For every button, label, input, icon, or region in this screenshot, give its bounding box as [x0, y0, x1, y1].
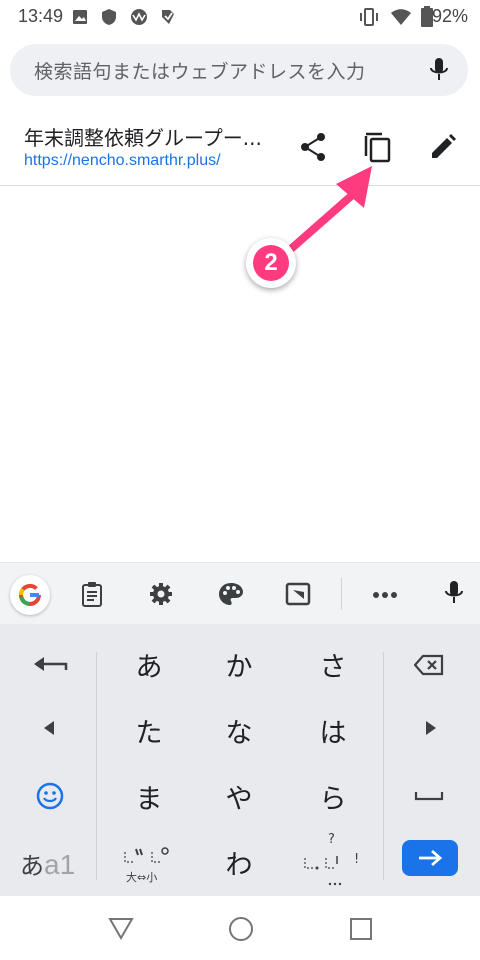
- nav-home-icon[interactable]: [228, 916, 254, 942]
- share-icon[interactable]: [298, 131, 330, 163]
- key-ra[interactable]: ら: [290, 772, 376, 820]
- microphone-icon[interactable]: [428, 56, 450, 86]
- emoji-icon[interactable]: [36, 782, 64, 810]
- key-ta[interactable]: た: [106, 706, 192, 754]
- arrow-right-icon: [419, 849, 443, 867]
- step-number: 2: [253, 245, 289, 281]
- search-bar[interactable]: 検索語句またはウェブアドレスを入力: [10, 44, 468, 96]
- image-icon: [73, 10, 87, 24]
- suggestion-title[interactable]: 年末調整依頼グループー...: [24, 122, 262, 151]
- key-a[interactable]: あ: [106, 640, 192, 688]
- dakuten-symbol-icon: [124, 847, 169, 863]
- google-logo-icon: [18, 583, 41, 606]
- key-punctuation[interactable]: ? !: [290, 830, 376, 894]
- settings-icon[interactable]: [149, 582, 173, 606]
- google-button[interactable]: [10, 575, 50, 615]
- keyboard-left-separator: [96, 652, 97, 880]
- cursor-back-icon[interactable]: [32, 654, 68, 674]
- keyboard: あ a1 あ か さ た な は ま や ら 大⇔小 わ ? !: [0, 624, 480, 896]
- keyboard-toolbar: [0, 562, 480, 625]
- copy-icon[interactable]: [362, 130, 394, 164]
- ellipsis-icon: [328, 882, 342, 886]
- one-handed-mode-icon[interactable]: [285, 582, 311, 606]
- toolbar-separator: [341, 578, 342, 610]
- cursor-left-icon[interactable]: [42, 720, 56, 736]
- battery-percent: 92%: [431, 6, 468, 26]
- app-notification-icon: [131, 9, 147, 25]
- vibrate-icon: [360, 8, 378, 26]
- cursor-right-icon[interactable]: [424, 720, 438, 736]
- theme-palette-icon[interactable]: [218, 582, 244, 606]
- key-ma[interactable]: ま: [106, 772, 192, 820]
- key-ka[interactable]: か: [196, 640, 282, 688]
- search-input[interactable]: 検索語句またはウェブアドレスを入力: [34, 57, 366, 84]
- wifi-icon: [391, 9, 411, 25]
- input-mode-toggle[interactable]: あ a1: [20, 846, 75, 881]
- key-dakuten[interactable]: 大⇔小: [106, 836, 192, 892]
- punct-question: ?: [328, 832, 335, 847]
- key-na[interactable]: な: [196, 706, 282, 754]
- more-options-icon[interactable]: [372, 591, 398, 599]
- keyboard-right-separator: [383, 652, 384, 880]
- clipboard-icon[interactable]: [81, 581, 103, 607]
- mode-label-alnum: a1: [44, 849, 76, 880]
- nav-back-icon[interactable]: [108, 916, 134, 940]
- shield-icon: [102, 9, 116, 25]
- navigation-bar: [0, 896, 480, 960]
- backspace-icon[interactable]: [414, 654, 444, 676]
- punct-exclaim: !: [354, 852, 360, 867]
- key-wa[interactable]: わ: [196, 838, 282, 886]
- status-time: 13:49: [18, 6, 64, 26]
- voice-input-icon[interactable]: [443, 579, 465, 609]
- key-ha[interactable]: は: [290, 706, 376, 754]
- edit-icon[interactable]: [428, 132, 458, 162]
- status-bar: 13:49 92%: [0, 0, 480, 34]
- dakuten-label: 大⇔小: [126, 871, 158, 884]
- check-notification-icon: [162, 10, 174, 24]
- key-ya[interactable]: や: [196, 772, 282, 820]
- key-sa[interactable]: さ: [290, 640, 376, 688]
- annotation-arrow: [288, 166, 372, 252]
- mode-label-kana: あ: [20, 852, 44, 880]
- step-badge: 2: [246, 238, 296, 288]
- punctuation-symbol-icon: [304, 856, 338, 870]
- nav-recents-icon[interactable]: [349, 917, 373, 941]
- suggestion-url[interactable]: https://nencho.smarthr.plus/: [24, 152, 221, 170]
- space-icon[interactable]: [414, 790, 444, 802]
- divider: [0, 185, 480, 186]
- enter-button[interactable]: [402, 840, 458, 876]
